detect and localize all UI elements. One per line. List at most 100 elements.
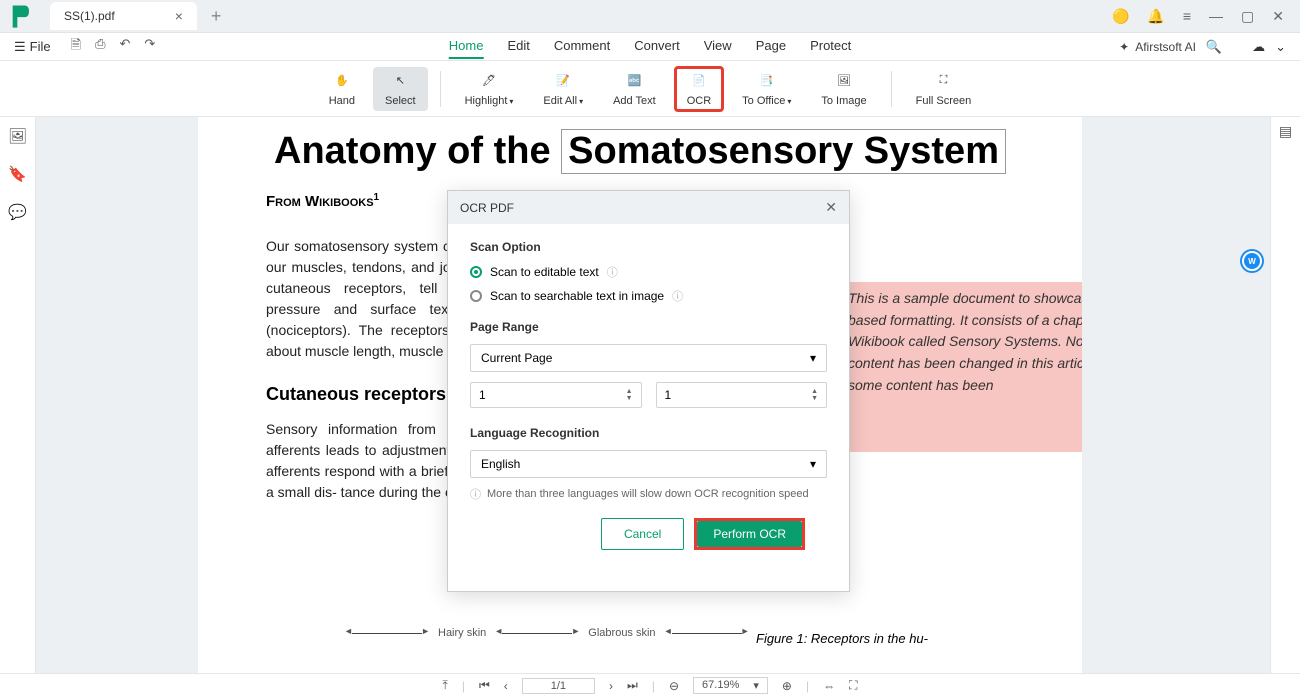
radio-editable-text[interactable]: Scan to editable text ⓘ <box>470 264 827 280</box>
ocr-dialog: OCR PDF ✕ Scan Option Scan to editable t… <box>447 190 850 592</box>
tab-convert[interactable]: Convert <box>634 34 680 59</box>
perform-ocr-button[interactable]: Perform OCR <box>697 521 802 547</box>
menu-icon[interactable]: ≡ <box>1183 8 1191 24</box>
divider <box>440 71 441 107</box>
page-range-select[interactable]: Current Page ▾ <box>470 344 827 372</box>
tab-edit[interactable]: Edit <box>507 34 529 59</box>
tab-title: SS(1).pdf <box>64 9 115 23</box>
select-tool[interactable]: ↖ Select <box>373 67 428 111</box>
ai-assistant-button[interactable]: ✦ Afirstsoft AI <box>1119 40 1196 54</box>
comments-icon[interactable]: 💬 <box>8 203 27 221</box>
fullscreen-tool[interactable]: ⛶ Full Screen <box>904 67 984 111</box>
add-text-tool[interactable]: 🔤 Add Text <box>601 67 668 111</box>
scroll-top-icon[interactable]: ⤒ <box>443 678 448 693</box>
highlight-tool[interactable]: 🖊 Highlight▾ <box>453 67 526 111</box>
first-page-icon[interactable]: ⏮ <box>479 678 490 693</box>
maximize-icon[interactable]: ▢ <box>1241 8 1254 25</box>
lang-help-text: ⓘ More than three languages will slow do… <box>470 486 827 502</box>
range-from-input[interactable]: 1 ▲▼ <box>470 382 642 408</box>
undo-icon[interactable]: ↶ <box>119 36 130 58</box>
bookmarks-icon[interactable]: 🔖 <box>8 165 27 183</box>
tab-view[interactable]: View <box>704 34 732 59</box>
cloud-icon[interactable]: ☁ <box>1252 39 1265 55</box>
lang-label: Language Recognition <box>470 426 827 440</box>
fit-width-icon[interactable]: ⇔ <box>823 679 835 693</box>
ocr-icon: 📄 <box>689 71 709 91</box>
hand-icon: ✋ <box>332 71 352 91</box>
language-select[interactable]: English ▾ <box>470 450 827 478</box>
page-input[interactable]: 1/1 <box>522 678 595 694</box>
tab-home[interactable]: Home <box>449 34 484 59</box>
next-page-icon[interactable]: › <box>609 679 613 693</box>
range-to-input[interactable]: 1 ▲▼ <box>656 382 828 408</box>
zoom-select[interactable]: 67.19%▾ <box>693 677 768 694</box>
export-word-badge[interactable]: W <box>1242 251 1262 271</box>
menu-tabs: Home Edit Comment Convert View Page Prot… <box>449 34 852 59</box>
chevron-down-icon: ▾ <box>810 457 816 471</box>
cursor-icon: ↖ <box>390 71 410 91</box>
left-sidebar: 🖼 🔖 💬 <box>0 117 36 673</box>
fit-page-icon[interactable]: ⛶ <box>849 678 857 693</box>
to-office-tool[interactable]: 📑 To Office▾ <box>730 67 803 111</box>
zoom-out-icon[interactable]: ⊖ <box>669 679 679 693</box>
redo-icon[interactable]: ↷ <box>144 36 155 58</box>
collapse-ribbon-icon[interactable]: ⌄ <box>1275 39 1286 55</box>
divider <box>891 71 892 107</box>
prev-page-icon[interactable]: ‹ <box>504 679 508 693</box>
scan-option-label: Scan Option <box>470 240 827 254</box>
document-tab[interactable]: SS(1).pdf × <box>50 2 197 30</box>
close-window-icon[interactable]: ✕ <box>1272 8 1284 25</box>
right-sidebar: ▤ <box>1270 117 1300 673</box>
to-image-tool[interactable]: 🖼 To Image <box>809 67 878 111</box>
image-icon: 🖼 <box>834 71 854 91</box>
minimize-icon[interactable]: — <box>1209 8 1223 24</box>
bottombar: ⤒ | ⏮ ‹ 1/1 › ⏭ | ⊖ 67.19%▾ ⊕ | ⇔ ⛶ <box>0 673 1300 697</box>
print-icon[interactable]: ⎙ <box>95 36 105 58</box>
fullscreen-icon: ⛶ <box>933 71 953 91</box>
zoom-in-icon[interactable]: ⊕ <box>782 679 792 693</box>
edit-icon: 📝 <box>553 71 573 91</box>
spinner-arrows[interactable]: ▲▼ <box>626 388 633 402</box>
info-icon[interactable]: ⓘ <box>607 264 618 280</box>
edit-all-tool[interactable]: 📝 Edit All▾ <box>531 67 595 111</box>
dialog-close-icon[interactable]: ✕ <box>825 199 837 216</box>
search-icon[interactable]: 🔍 <box>1206 39 1222 55</box>
info-icon: ⓘ <box>470 486 481 502</box>
hand-tool[interactable]: ✋ Hand <box>317 67 367 111</box>
app-logo <box>8 2 36 30</box>
titlebar-controls: 🟡 🔔 ≡ — ▢ ✕ <box>1112 8 1300 25</box>
highlight-icon: 🖊 <box>479 71 499 91</box>
ocr-tool[interactable]: 📄 OCR <box>674 66 724 112</box>
chevron-down-icon: ▾ <box>810 351 816 365</box>
notification-icon[interactable]: 🔔 <box>1147 8 1164 25</box>
radio-icon <box>470 290 482 302</box>
tab-comment[interactable]: Comment <box>554 34 610 59</box>
titlebar: SS(1).pdf × + 🟡 🔔 ≡ — ▢ ✕ <box>0 0 1300 33</box>
office-icon: 📑 <box>757 71 777 91</box>
close-tab-icon[interactable]: × <box>175 8 183 24</box>
user-avatar-icon[interactable]: 🟡 <box>1112 8 1129 25</box>
file-menu[interactable]: ☰ File <box>14 39 51 55</box>
text-icon: 🔤 <box>624 71 644 91</box>
thumbnails-icon[interactable]: 🖼 <box>8 127 27 145</box>
info-icon[interactable]: ⓘ <box>672 288 683 304</box>
toolbar: ✋ Hand ↖ Select 🖊 Highlight▾ 📝 Edit All▾… <box>0 61 1300 117</box>
tab-protect[interactable]: Protect <box>810 34 851 59</box>
doc-title: Anatomy of the Somatosensory System <box>266 129 1014 174</box>
last-page-icon[interactable]: ⏭ <box>627 678 638 693</box>
new-tab-button[interactable]: + <box>211 6 222 27</box>
figure-labels: Hairy skinGlabrous skin <box>352 627 742 639</box>
save-icon[interactable]: 🗎 <box>71 36 81 58</box>
menubar: ☰ File 🗎 ⎙ ↶ ↷ Home Edit Comment Convert… <box>0 33 1300 61</box>
page-range-label: Page Range <box>470 320 827 334</box>
radio-searchable-text[interactable]: Scan to searchable text in image ⓘ <box>470 288 827 304</box>
figure-caption: Figure 1: Receptors in the hu- <box>756 631 928 646</box>
annotation-note: This is a sample document to showcase pa… <box>838 282 1082 452</box>
spinner-arrows[interactable]: ▲▼ <box>811 388 818 402</box>
properties-icon[interactable]: ▤ <box>1279 123 1292 140</box>
dialog-header: OCR PDF ✕ <box>448 191 849 224</box>
tab-page[interactable]: Page <box>756 34 786 59</box>
dialog-title: OCR PDF <box>460 201 514 215</box>
cancel-button[interactable]: Cancel <box>601 518 684 550</box>
radio-icon <box>470 266 482 278</box>
